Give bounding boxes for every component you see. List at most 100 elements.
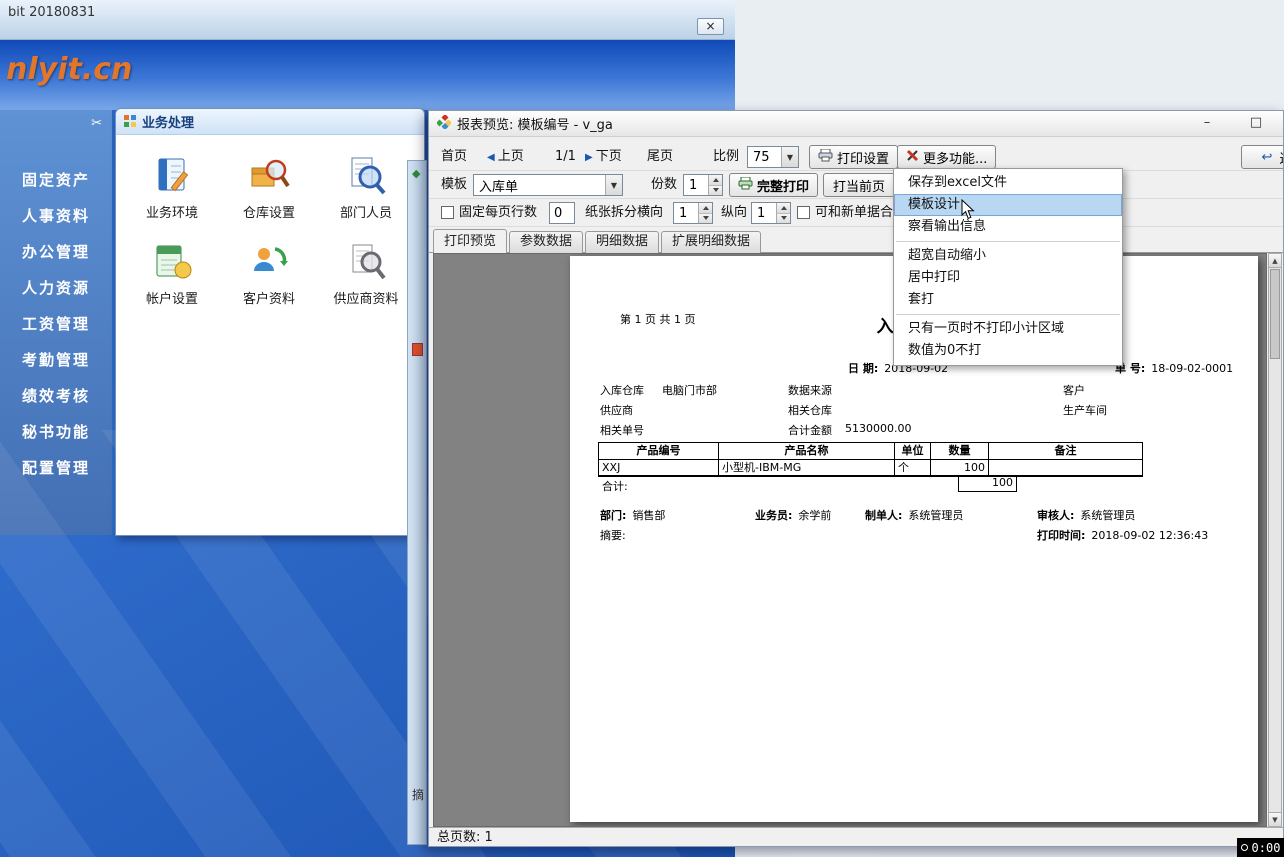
scale-select[interactable]: 75 ▼ [747, 146, 799, 168]
spin-up-icon[interactable] [709, 175, 722, 186]
sidebar-item-config[interactable]: 配置管理 [0, 450, 112, 486]
menu-item-view-output[interactable]: 察看输出信息 [894, 216, 1122, 238]
preview-titlebar: 报表预览: 模板编号 - v_ga [429, 111, 1283, 137]
return-arrow-icon: ↩ [1262, 150, 1273, 165]
template-select[interactable]: 入库单 ▼ [473, 174, 623, 196]
fixed-rows-input[interactable]: 0 [549, 202, 575, 224]
nav-prev-label: 上页 [498, 149, 524, 164]
sidebar: ✂ 固定资产 人事资料 办公管理 人力资源 工资管理 考勤管理 绩效考核 秘书功… [0, 110, 112, 535]
cell-product-name: 小型机-IBM-MG [719, 460, 895, 476]
shortcut-label: 部门人员 [318, 202, 414, 221]
nav-first-button[interactable]: 首页 [441, 144, 467, 169]
tab-print-preview[interactable]: 打印预览 [433, 229, 507, 253]
menu-item-template-design[interactable]: 模板设计 [894, 194, 1122, 216]
split-vertical-value: 1 [752, 203, 776, 223]
back-button[interactable]: ↩ 返 [1241, 145, 1284, 169]
sidebar-item-hr-files[interactable]: 人事资料 [0, 198, 112, 234]
prev-icon: ◀ [487, 152, 495, 163]
col-remark: 备注 [989, 443, 1142, 460]
main-header-band: nlyit.cn [0, 40, 735, 110]
split-horizontal-value: 1 [674, 203, 698, 223]
shortcut-supplier-info[interactable]: 供应商资料 [318, 239, 414, 307]
copies-stepper[interactable]: 1 [683, 174, 723, 196]
ledger-coin-icon [150, 268, 194, 287]
vertical-scrollbar[interactable]: ▲ ▼ [1268, 253, 1282, 827]
sidebar-item-attendance[interactable]: 考勤管理 [0, 342, 112, 378]
menu-item-center-print[interactable]: 居中打印 [894, 267, 1122, 289]
shortcut-customer-info[interactable]: 客户资料 [221, 239, 317, 307]
shortcut-business-environment[interactable]: 业务环境 [124, 153, 220, 221]
scroll-thumb[interactable] [1270, 269, 1280, 359]
chevron-down-icon: ▼ [605, 175, 622, 195]
spin-down-icon[interactable] [699, 214, 712, 224]
sidebar-item-fixed-assets[interactable]: 固定资产 [0, 162, 112, 198]
tab-detail-data[interactable]: 明细数据 [585, 231, 659, 253]
preview-window-title: 报表预览: 模板编号 - v_ga [457, 114, 613, 133]
shortcut-department-staff[interactable]: 部门人员 [318, 153, 414, 221]
scroll-up-icon[interactable]: ▲ [1269, 254, 1281, 268]
edge-strip-text: 摘 [412, 786, 424, 803]
field-warehouse-value: 电脑门市部 [662, 382, 717, 398]
col-unit: 单位 [895, 443, 931, 460]
menu-item-skip-subtotal[interactable]: 只有一页时不打印小计区域 [894, 318, 1122, 340]
spin-up-icon[interactable] [777, 203, 790, 214]
full-print-button[interactable]: 完整打印 [729, 173, 818, 197]
toolbar-row-1: 首页 ◀上页 1/1 ▶下页 尾页 比例 75 ▼ 打印设置 更多功能... ↩… [429, 144, 1283, 171]
sidebar-item-payroll[interactable]: 工资管理 [0, 306, 112, 342]
split-horizontal-stepper[interactable]: 1 [673, 202, 713, 224]
dept-value: 销售部 [632, 509, 665, 522]
footer-clerk: 业务员:余学前 [755, 507, 831, 523]
print-current-button[interactable]: 打当前页 [823, 173, 895, 197]
more-functions-button[interactable]: 更多功能... [897, 145, 996, 169]
sidebar-item-office[interactable]: 办公管理 [0, 234, 112, 270]
spin-down-icon[interactable] [709, 186, 722, 196]
preview-tabs: 打印预览 参数数据 明细数据 扩展明细数据 [433, 229, 761, 253]
tab-extended-detail-data[interactable]: 扩展明细数据 [661, 231, 761, 253]
shortcut-label: 业务环境 [124, 202, 220, 221]
nav-last-button[interactable]: 尾页 [647, 144, 673, 169]
col-product-code: 产品编号 [599, 443, 719, 460]
split-vertical-label: 纵向 [721, 200, 747, 225]
split-vertical-stepper[interactable]: 1 [751, 202, 791, 224]
menu-item-overlay-print[interactable]: 套打 [894, 289, 1122, 311]
main-close-button[interactable]: × [697, 18, 724, 35]
nav-next-button[interactable]: ▶下页 [585, 144, 622, 170]
minimize-button[interactable]: – [1186, 111, 1228, 136]
maker-value: 系统管理员 [908, 509, 963, 522]
scissors-icon[interactable]: ✂ [91, 116, 102, 131]
sidebar-item-secretary[interactable]: 秘书功能 [0, 414, 112, 450]
menu-item-save-to-excel[interactable]: 保存到excel文件 [894, 172, 1122, 194]
full-print-label: 完整打印 [757, 176, 809, 195]
maximize-button[interactable]: □ [1235, 111, 1277, 136]
document-gray-magnifier-icon [344, 268, 388, 287]
timer-value: 0:00 [1252, 841, 1281, 855]
fixed-rows-checkbox[interactable] [441, 206, 454, 219]
nav-prev-button[interactable]: ◀上页 [487, 144, 524, 170]
field-related-warehouse-label: 相关仓库 [788, 402, 832, 418]
sidebar-item-human-res[interactable]: 人力资源 [0, 270, 112, 306]
menu-item-auto-shrink[interactable]: 超宽自动缩小 [894, 245, 1122, 267]
shortcut-warehouse-settings[interactable]: 仓库设置 [221, 153, 317, 221]
sidebar-item-performance[interactable]: 绩效考核 [0, 378, 112, 414]
tab-parameter-data[interactable]: 参数数据 [509, 231, 583, 253]
spin-down-icon[interactable] [777, 214, 790, 224]
template-label: 模板 [441, 172, 467, 197]
auditor-label: 审核人: [1037, 509, 1074, 522]
field-datasource-label: 数据来源 [788, 382, 832, 398]
clock-icon [1241, 844, 1248, 851]
merge-checkbox[interactable] [797, 206, 810, 219]
shortcut-label: 帐户设置 [124, 288, 220, 307]
docno-value: 18-09-02-0001 [1151, 362, 1233, 375]
spin-up-icon[interactable] [699, 203, 712, 214]
report-table: 产品编号 产品名称 单位 数量 备注 XXJ 小型机-IBM-MG 个 100 [598, 442, 1143, 477]
panel-title: 业务处理 [142, 112, 194, 131]
split-horizontal-label: 纸张拆分横向 [585, 200, 663, 225]
app-logo: nlyit.cn [6, 52, 132, 87]
shortcut-account-settings[interactable]: 帐户设置 [124, 239, 220, 307]
footer-summary-label: 摘要: [600, 527, 626, 543]
scroll-down-icon[interactable]: ▼ [1269, 812, 1281, 826]
business-panel-header: 业务处理 [116, 109, 424, 135]
print-setup-button[interactable]: 打印设置 [809, 145, 898, 169]
scale-label: 比例 [713, 144, 739, 169]
menu-item-zero-not-print[interactable]: 数值为0不打 [894, 340, 1122, 362]
